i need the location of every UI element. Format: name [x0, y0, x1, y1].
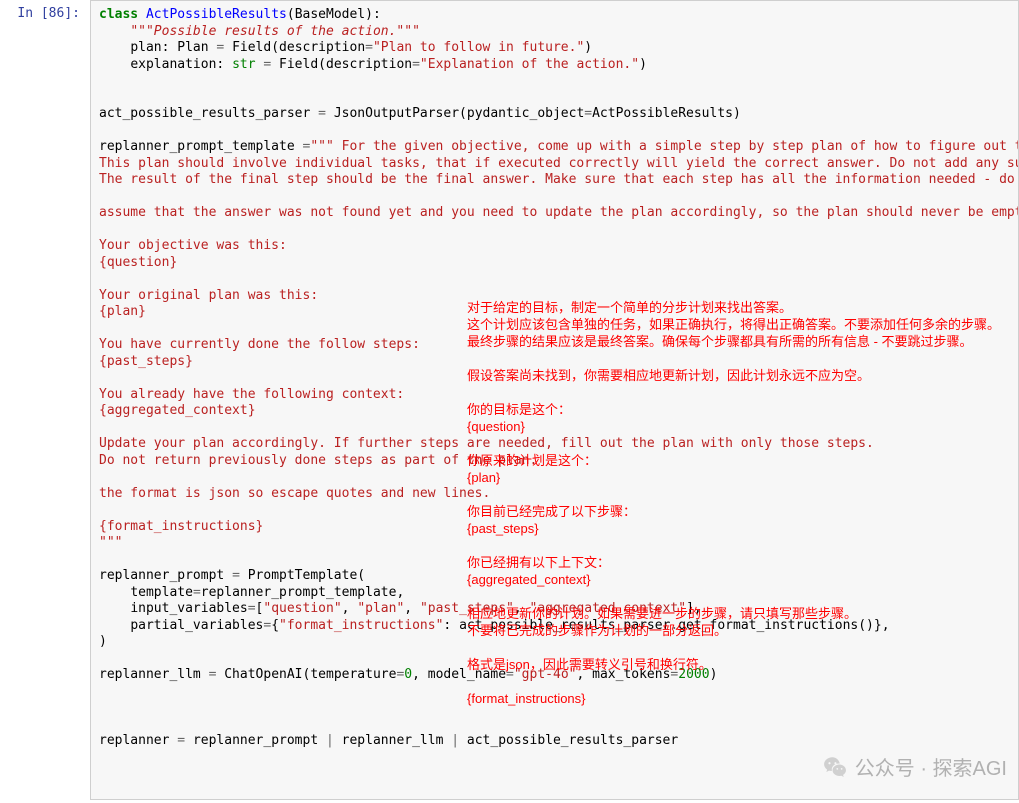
notebook-cell: In [86]: class ActPossibleResults(BaseMo…	[0, 0, 1019, 800]
pipe-prompt: replanner_prompt	[193, 733, 318, 748]
s-plan: "plan"	[357, 601, 404, 616]
code-input-area[interactable]: class ActPossibleResults(BaseModel): """…	[90, 0, 1019, 800]
type-str: str	[232, 57, 255, 72]
tr-10: {past_steps}	[467, 521, 539, 536]
arg-maxtok: max_tokens	[592, 667, 670, 682]
parser-ref: act_possible_results_parser	[459, 618, 670, 633]
str-expl: "Explanation of the action."	[420, 57, 639, 72]
cls-ref: ActPossibleResults	[592, 106, 733, 121]
arg-partial: partial_variables	[130, 618, 263, 633]
field-expl: explanation	[130, 57, 216, 72]
method-gfi: get_format_instructions	[678, 618, 858, 633]
str-prompt3: The result of the final step should be t…	[99, 172, 1019, 187]
str-obj: Your objective was this:	[99, 238, 287, 253]
arg-model: model_name	[428, 667, 506, 682]
str-end: """	[99, 535, 122, 550]
str-plan: "Plan to follow in future."	[373, 40, 584, 55]
str-prompt2: This plan should involve individual task…	[99, 156, 1019, 171]
field-plan: plan	[130, 40, 161, 55]
arg-inputvars: input_variables	[130, 601, 247, 616]
tr-1: 对于给定的目标，制定一个简单的分步计划来找出答案。	[467, 300, 792, 315]
num-0: 0	[404, 667, 412, 682]
tr-12: {aggregated_context}	[467, 572, 591, 587]
var-replanner: replanner	[99, 733, 169, 748]
code-content[interactable]: class ActPossibleResults(BaseModel): """…	[99, 7, 1019, 750]
arg-desc2: description	[326, 57, 412, 72]
str-q: {question}	[99, 255, 177, 270]
str-fi: {format_instructions}	[99, 519, 263, 534]
str-done: You have currently done the follow steps…	[99, 337, 420, 352]
str-update: Update your plan accordingly. If further…	[99, 436, 874, 451]
num-2000: 2000	[678, 667, 709, 682]
chat-openai: ChatOpenAI	[224, 667, 302, 682]
tr-8: {plan}	[467, 470, 500, 485]
s-fi: "format_instructions"	[279, 618, 443, 633]
var-template: replanner_prompt_template	[99, 139, 295, 154]
base-class: BaseModel	[295, 7, 365, 22]
str-origplan: Your original plan was this:	[99, 288, 318, 303]
tr-4: 假设答案尚未找到，你需要相应地更新计划，因此计划永远不应为空。	[467, 368, 870, 383]
type-plan: Plan	[177, 40, 208, 55]
arg-template: template	[130, 585, 193, 600]
tr-3: 最终步骤的结果应该是最终答案。确保每个步骤都具有所需的所有信息 - 不要跳过步骤…	[467, 334, 973, 349]
field-fn2: Field	[279, 57, 318, 72]
tr-6: {question}	[467, 419, 525, 434]
str-past: {past_steps}	[99, 354, 193, 369]
s-q: "question"	[263, 601, 341, 616]
keyword-class: class	[99, 7, 138, 22]
tr-5: 你的目标是这个：	[467, 402, 571, 417]
str-ctx: You already have the following context:	[99, 387, 404, 402]
docstring: """Possible results of the action."""	[130, 24, 420, 39]
json-parser: JsonOutputParser	[334, 106, 459, 121]
pipe-parser: act_possible_results_parser	[467, 733, 678, 748]
class-name: ActPossibleResults	[146, 7, 287, 22]
var-parser: act_possible_results_parser	[99, 106, 310, 121]
str-format: the format is json so escape quotes and …	[99, 486, 490, 501]
input-prompt: In [86]:	[0, 0, 90, 800]
tr-16: {format_instructions}	[467, 691, 586, 706]
tr-2: 这个计划应该包含单独的任务，如果正确执行，将得出正确答案。不要添加任何多余的步骤…	[467, 317, 1000, 332]
pipe-llm: replanner_llm	[342, 733, 444, 748]
str-noretn: Do not return previously done steps as p…	[99, 453, 537, 468]
s-past: "past_steps"	[420, 601, 514, 616]
var-llm: replanner_llm	[99, 667, 201, 682]
str-prompt4: assume that the answer was not found yet…	[99, 205, 1019, 220]
arg-temp: temperature	[310, 667, 396, 682]
tr-9: 你目前已经完成了以下步骤：	[467, 504, 636, 519]
var-tplref: replanner_prompt_template	[201, 585, 397, 600]
tr-11: 你已经拥有以下上下文：	[467, 555, 610, 570]
arg-pydantic: pydantic_object	[467, 106, 584, 121]
s-agg: "aggregated_context"	[530, 601, 687, 616]
field-fn: Field	[232, 40, 271, 55]
translation-overlay: 对于给定的目标，制定一个简单的分步计划来找出答案。 这个计划应该包含单独的任务，…	[467, 282, 1000, 707]
str-gpt4o: "gpt-4o"	[514, 667, 577, 682]
str-prompt1: """ For the given objective, come up wit…	[310, 139, 1019, 154]
var-replanner-prompt: replanner_prompt	[99, 568, 224, 583]
str-planvar: {plan}	[99, 304, 146, 319]
str-agg: {aggregated_context}	[99, 403, 256, 418]
arg-desc: description	[279, 40, 365, 55]
prompt-template: PromptTemplate	[248, 568, 358, 583]
